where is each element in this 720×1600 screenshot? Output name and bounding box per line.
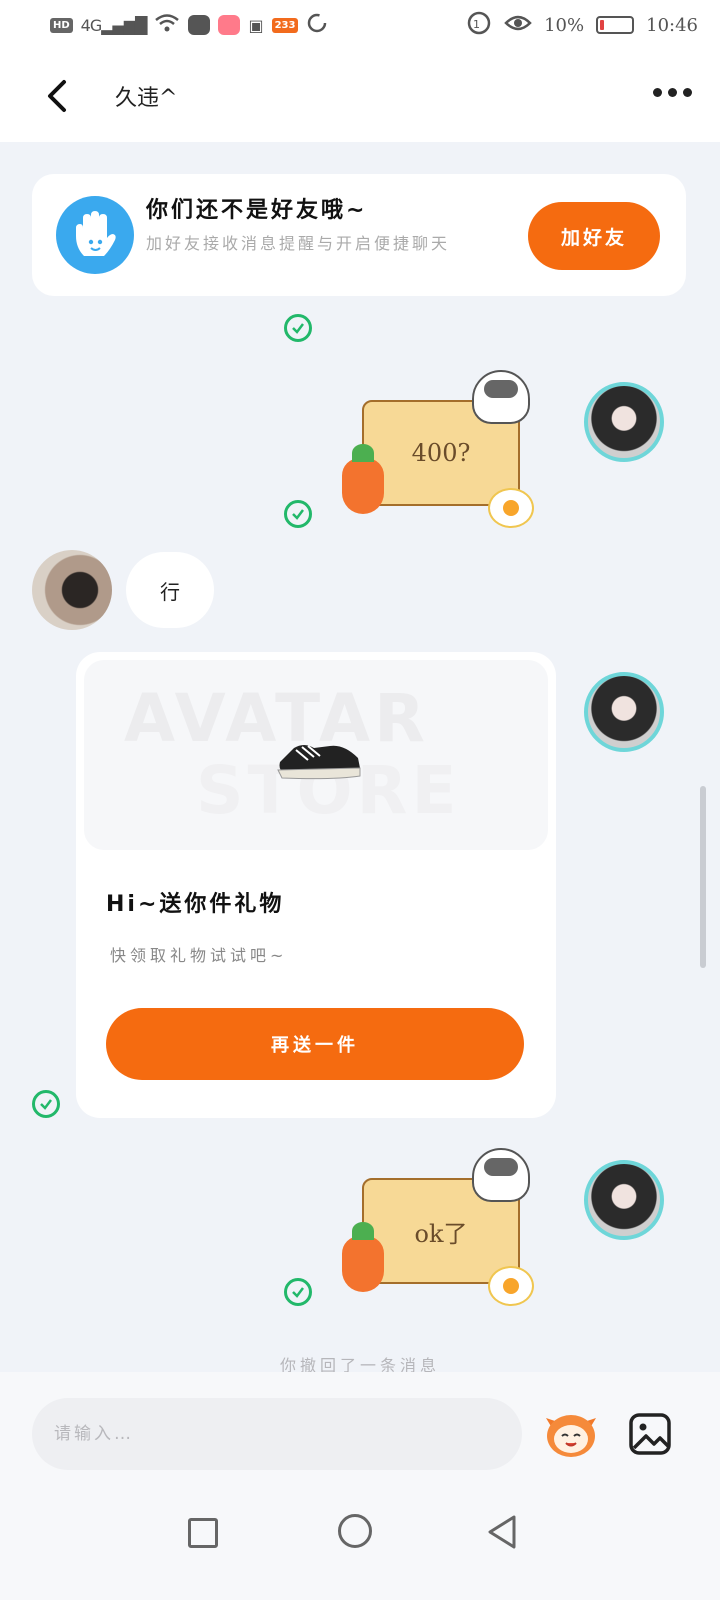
friend-avatar[interactable] <box>32 550 112 630</box>
app-233-icon: 233 <box>271 17 299 33</box>
input-bar <box>0 1372 720 1492</box>
emoji-icon[interactable] <box>542 1408 600 1460</box>
gift-title: Hi~送你件礼物 <box>106 892 285 917</box>
read-check-icon <box>284 1278 312 1306</box>
signal-label: 4G <box>80 15 103 35</box>
message-input[interactable] <box>32 1398 522 1470</box>
battery-icon <box>596 16 635 34</box>
add-friend-button[interactable]: 加好友 <box>528 202 660 270</box>
read-check-icon <box>32 1090 60 1118</box>
friend-card-subtitle: 加好友接收消息提醒与开启便捷聊天 <box>146 234 451 253</box>
battery-percent: 10% <box>544 14 585 36</box>
chat-header: 久违^ <box>0 50 720 142</box>
send-again-button[interactable]: 再送一件 <box>106 1008 524 1080</box>
my-avatar[interactable] <box>584 1160 664 1240</box>
read-check-icon <box>284 314 312 342</box>
status-bar: HD 4G▂▄▆█ ▣ 233 1 10% 10:46 <box>0 0 720 50</box>
friend-card-title: 你们还不是好友哦~ <box>146 198 368 223</box>
signal-icon: 4G▂▄▆█ <box>80 15 148 35</box>
sticker-message[interactable]: ok了 <box>342 1148 542 1316</box>
loading-icon <box>306 12 328 39</box>
add-friend-banner: 你们还不是好友哦~ 加好友接收消息提醒与开启便捷聊天 加好友 <box>32 174 686 296</box>
shop-app-icon <box>218 15 241 35</box>
message-bubble[interactable]: 行 <box>126 552 214 628</box>
phone-app-icon: ▣ <box>248 15 264 35</box>
chat-title[interactable]: 久违^ <box>115 80 177 112</box>
nav-back-icon[interactable] <box>486 1514 518 1554</box>
back-icon[interactable] <box>40 76 80 116</box>
sticker-text: 400? <box>411 439 471 467</box>
eye-icon <box>504 13 532 38</box>
gift-card[interactable]: AVATAR STORE Hi~送你件礼物 快领取礼物试试吧~ 再送一件 <box>76 652 556 1118</box>
egg-icon <box>488 488 534 528</box>
my-avatar[interactable] <box>584 672 664 752</box>
read-check-icon <box>284 500 312 528</box>
sneaker-icon <box>274 732 364 786</box>
message-text: 行 <box>160 579 180 604</box>
gift-image: AVATAR STORE <box>84 660 548 850</box>
system-nav-bar <box>0 1492 720 1600</box>
cat-icon <box>472 370 530 424</box>
wifi-icon <box>154 13 180 38</box>
mail-app-icon <box>188 15 211 35</box>
sticker-text: ok了 <box>414 1219 468 1248</box>
clock: 10:46 <box>646 14 698 36</box>
cat-icon <box>472 1148 530 1202</box>
hand-icon <box>56 196 134 274</box>
hd-badge: HD <box>50 17 73 33</box>
svg-text:1: 1 <box>473 18 480 31</box>
nav-home-icon[interactable] <box>338 1514 372 1548</box>
data-saver-icon: 1 <box>466 10 492 41</box>
scrollbar[interactable] <box>700 786 706 968</box>
my-avatar[interactable] <box>584 382 664 462</box>
gift-subtitle: 快领取礼物试试吧~ <box>110 946 288 965</box>
more-icon[interactable] <box>653 88 692 97</box>
carrot-icon <box>342 444 384 514</box>
sticker-message[interactable]: 400? <box>342 370 542 538</box>
nav-square-icon[interactable] <box>188 1518 218 1548</box>
image-icon[interactable] <box>628 1412 672 1456</box>
carrot-icon <box>342 1222 384 1292</box>
egg-icon <box>488 1266 534 1306</box>
